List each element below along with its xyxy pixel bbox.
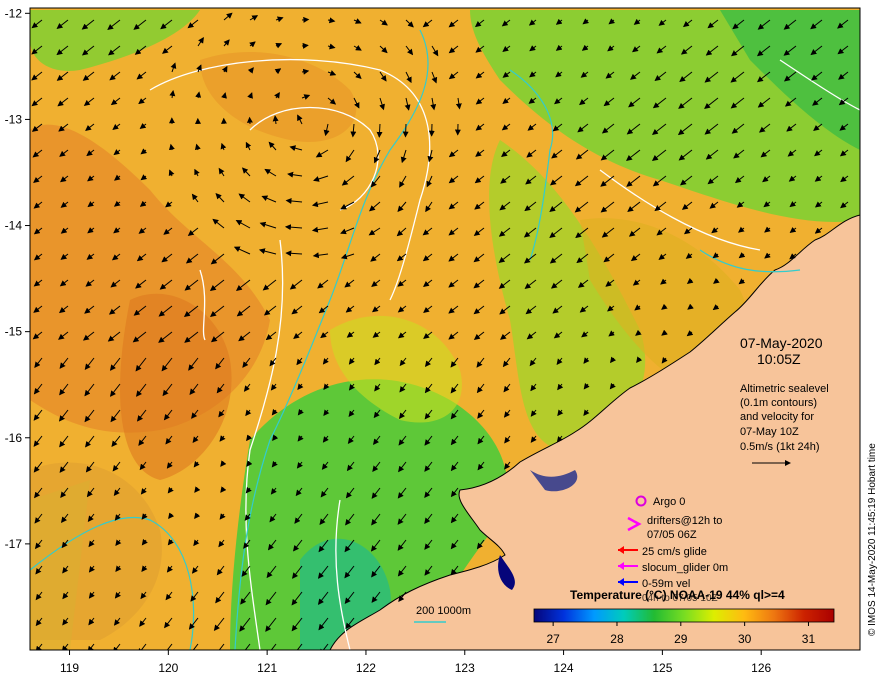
credit-banner: © IMOS 14-May-2020 11:45:19 Hobart time — [867, 443, 878, 636]
colorbar-tick-label: 28 — [610, 632, 624, 646]
lon-tick-label: 122 — [356, 661, 376, 675]
lon-tick-label: 123 — [455, 661, 475, 675]
lon-tick-label: 120 — [158, 661, 178, 675]
altimetry-line-2: (0.1m contours) — [740, 397, 817, 409]
colorbar-tick-label: 29 — [674, 632, 688, 646]
altimetry-line-3: and velocity for — [740, 411, 814, 423]
colorbar-tick-label: 30 — [738, 632, 752, 646]
date-label: 07-May-2020 — [740, 335, 823, 351]
lon-tick-label: 121 — [257, 661, 277, 675]
velocity-arrow — [301, 16, 310, 23]
altimetry-line-1: Altimetric sealevel — [740, 383, 829, 395]
sst-map: 119 120 121 122 123 124 125 126 -12 -13 -14 -15 -16 -… — [5, 6, 861, 675]
isobath-legend-label: 200 1000m — [416, 605, 471, 617]
time-label: 10:05Z — [757, 351, 801, 367]
altimetry-line-5: 0.5m/s (1kt 24h) — [740, 441, 819, 453]
colorbar-tick-label: 31 — [802, 632, 816, 646]
drifters-label-1: drifters@12h to — [647, 515, 722, 527]
colorbar — [533, 608, 835, 623]
lat-tick-label: -13 — [5, 112, 23, 126]
lon-tick-label: 125 — [652, 661, 672, 675]
lat-tick-label: -15 — [5, 325, 23, 339]
velocity-arrow — [301, 42, 309, 49]
lat-tick-label: -14 — [5, 219, 23, 233]
lon-tick-label: 124 — [554, 661, 574, 675]
lon-tick-label: 119 — [60, 661, 79, 675]
colorbar-tick-label: 27 — [546, 632, 560, 646]
colorbar-title: Temperature (°C) NOAA-19 44% ql>=4 — [570, 588, 785, 602]
velocity-arrow — [402, 123, 409, 138]
lon-tick-label: 126 — [751, 661, 771, 675]
altimetry-line-4: 07-May 10Z — [740, 426, 799, 438]
drifters-label-2: 07/05 06Z — [647, 529, 697, 541]
plot-area — [30, 8, 860, 650]
lat-tick-label: -16 — [5, 431, 23, 445]
lat-tick-label: -17 — [5, 537, 23, 551]
credit-text: © IMOS 14-May-2020 11:45:19 Hobart time — [867, 443, 878, 636]
argo-label: Argo 0 — [653, 496, 685, 508]
lat-tick-label: -12 — [5, 6, 23, 20]
glide-label: 25 cm/s glide — [642, 546, 707, 558]
glider-label: slocum_glider 0m — [642, 562, 728, 574]
